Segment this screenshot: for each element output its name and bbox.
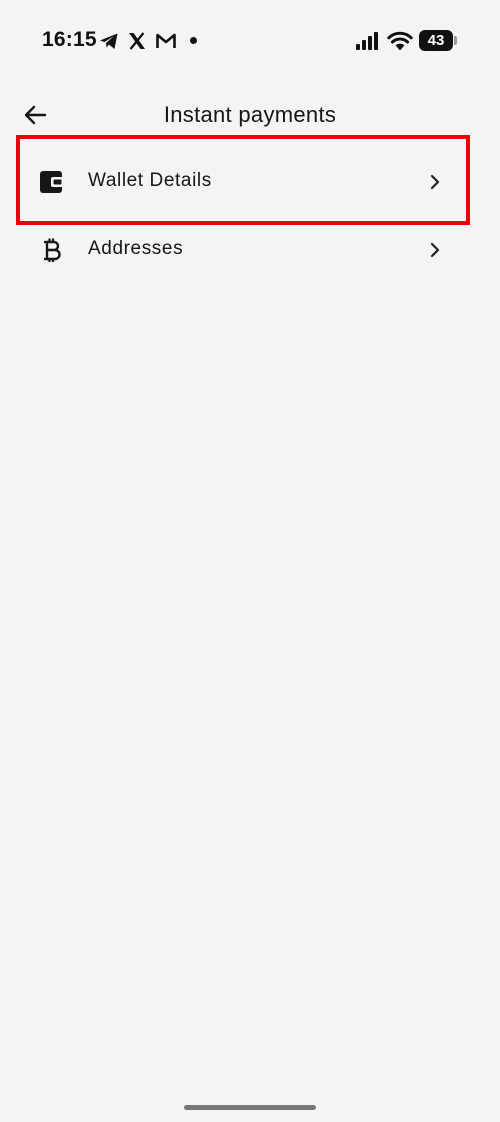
battery-level: 43 [419,30,453,51]
battery-cap [454,36,457,45]
status-bar: 16:15 43 [0,0,500,80]
gmail-icon [156,33,176,48]
menu-item-label: Addresses [88,238,184,259]
wallet-icon [38,169,66,195]
home-indicator[interactable] [184,1105,316,1110]
bitcoin-icon [38,237,66,263]
x-icon [129,32,145,50]
header: Instant payments [0,90,500,140]
telegram-icon [100,33,118,49]
menu-item-label: Wallet Details [88,170,212,191]
screen: 16:15 43 Instant payments Wallet Details… [0,0,500,1122]
chevron-right-icon [430,242,440,258]
status-time: 16:15 [42,28,97,51]
page-title: Instant payments [163,102,337,127]
wifi-icon [387,31,413,51]
notification-dot [190,37,197,44]
menu-item-addresses[interactable]: Addresses [16,205,470,295]
cellular-signal-icon [356,32,380,50]
chevron-right-icon [430,174,440,190]
